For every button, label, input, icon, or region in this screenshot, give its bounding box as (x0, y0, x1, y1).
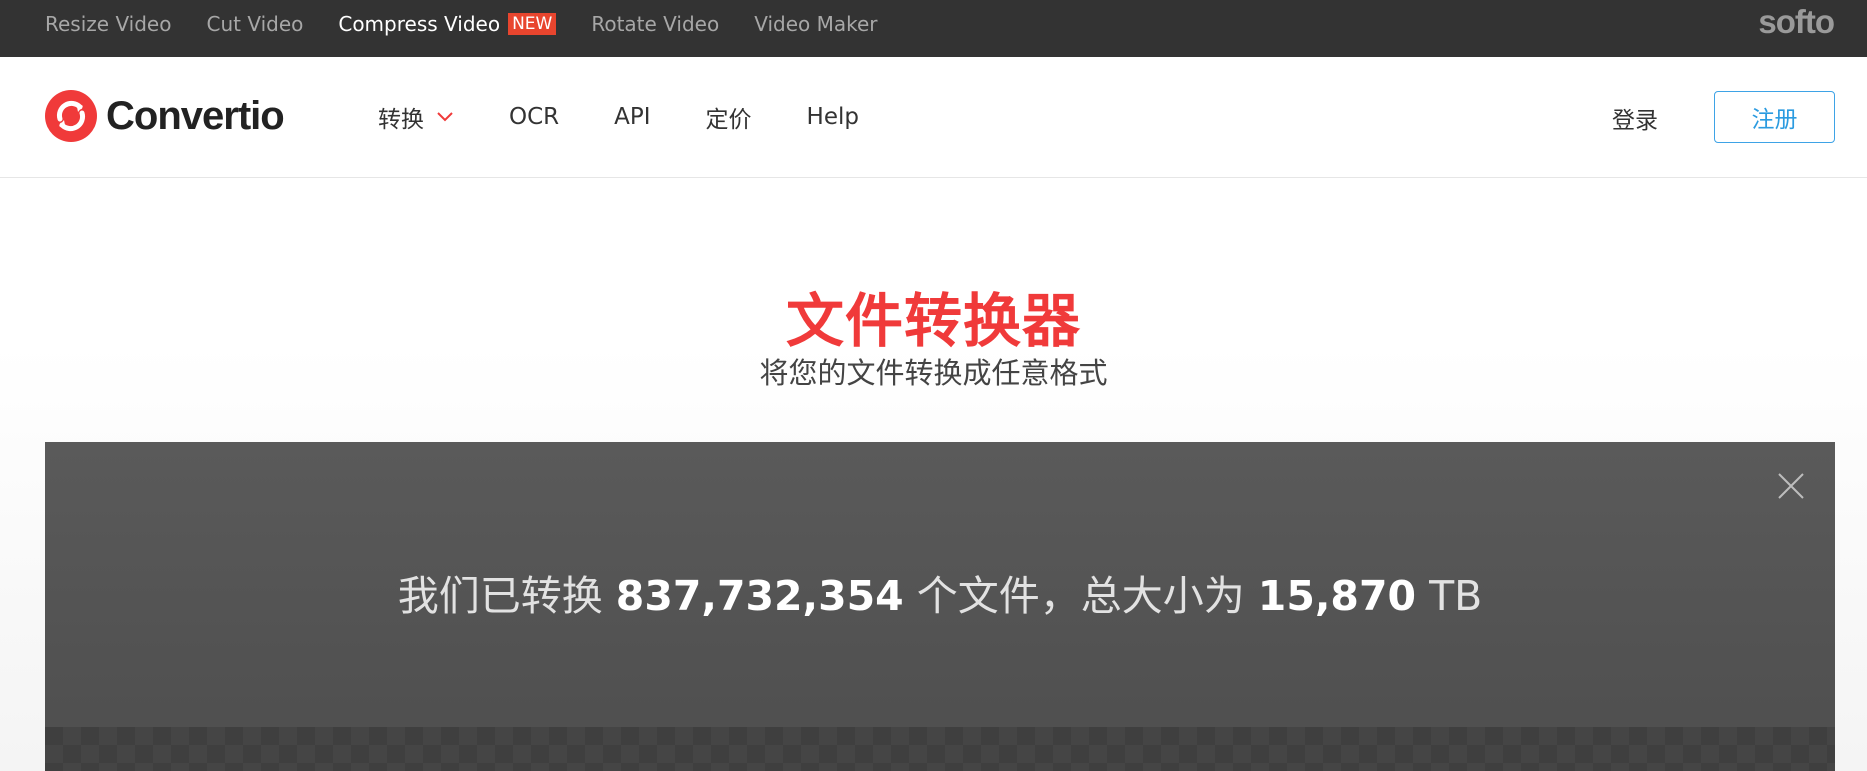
total-size: 15,870 (1257, 572, 1417, 620)
top-link-compress-video-label: Compress Video (338, 12, 501, 36)
top-link-compress-video[interactable]: Compress Video NEW (338, 12, 557, 36)
top-bar-links: Resize Video Cut Video Compress Video NE… (45, 0, 913, 48)
files-count: 837,732,354 (615, 572, 904, 620)
page-title: 文件转换器 (785, 287, 1081, 355)
page-subtitle: 将您的文件转换成任意格式 (759, 356, 1108, 390)
nav-convert-dropdown[interactable]: 转换 (378, 100, 454, 134)
top-link-video-maker[interactable]: Video Maker (754, 12, 877, 36)
top-link-resize-video[interactable]: Resize Video (45, 12, 171, 36)
main-header: Convertio 转换 OCR API 定价 Help 登录 注册 (0, 57, 1867, 178)
stats-panel: 我们已转换 837,732,354 个文件，总大小为 15,870 TB (45, 442, 1835, 771)
chevron-down-icon (437, 112, 453, 122)
logo-text: Convertio (106, 93, 285, 138)
convertio-logo[interactable]: Convertio (45, 90, 285, 142)
softo-brand-logo[interactable]: softo (1758, 3, 1835, 41)
nav-ocr[interactable]: OCR (509, 104, 559, 130)
login-link[interactable]: 登录 (1612, 101, 1658, 135)
signup-button[interactable]: 注册 (1714, 91, 1835, 143)
top-link-cut-video[interactable]: Cut Video (206, 12, 303, 36)
upload-area-pattern (45, 727, 1835, 771)
conversion-stats: 我们已转换 837,732,354 个文件，总大小为 15,870 TB (45, 562, 1835, 622)
close-icon[interactable] (1777, 472, 1805, 500)
nav-api[interactable]: API (614, 104, 650, 130)
top-link-rotate-video[interactable]: Rotate Video (591, 12, 719, 36)
new-badge: NEW (508, 13, 557, 35)
top-bar: Resize Video Cut Video Compress Video NE… (0, 0, 1867, 57)
main-nav: 转换 OCR API 定价 Help (378, 57, 914, 177)
convertio-logo-icon (45, 90, 97, 142)
nav-help[interactable]: Help (807, 104, 859, 130)
stats-middle: 个文件，总大小为 (916, 572, 1245, 620)
size-unit: TB (1429, 572, 1483, 620)
stats-prefix: 我们已转换 (397, 572, 603, 620)
nav-convert-label: 转换 (378, 107, 424, 133)
nav-pricing[interactable]: 定价 (706, 100, 752, 134)
